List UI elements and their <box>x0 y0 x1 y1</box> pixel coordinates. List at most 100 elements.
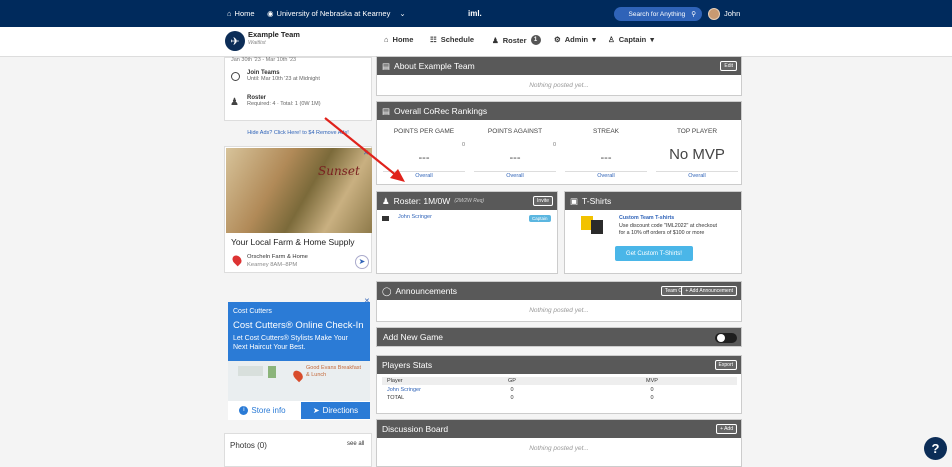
about-header: ▤ About Example Team Edit <box>377 57 741 75</box>
ranking-overall-link[interactable]: Overall <box>656 171 738 179</box>
table-header-cell: Player <box>387 378 403 384</box>
users-icon: ♟ <box>230 97 239 108</box>
avatar[interactable] <box>708 8 720 20</box>
ad-cost-cutters[interactable]: Cost Cutters Cost Cutters® Online Check-… <box>228 298 370 420</box>
user-menu[interactable]: John <box>724 0 740 27</box>
export-button[interactable]: Export <box>714 360 737 370</box>
gift-icon: ▣ <box>570 195 579 206</box>
top-navbar: ⌂ Home ◉ University of Nebraska at Kearn… <box>0 0 952 27</box>
ad-headline: Your Local Farm & Home Supply <box>231 237 355 247</box>
caret-down-icon: ▾ <box>592 35 596 44</box>
caret-down-icon: ▾ <box>650 35 655 44</box>
users-icon: ♟ <box>492 35 499 45</box>
roster-panel: ♟ Roster: 1M/0W (2M/2W Req) Invite John … <box>376 191 558 274</box>
clock-icon <box>231 72 240 81</box>
store-info-button[interactable]: i Store info <box>228 402 297 419</box>
ranking-overall-link[interactable]: Overall <box>565 171 647 179</box>
annotation-arrow <box>324 117 405 182</box>
captain-badge: Captain <box>529 215 551 222</box>
help-button[interactable]: ? <box>924 437 947 460</box>
ranking-value: --- <box>509 152 521 164</box>
table-cell: 0 <box>650 395 654 401</box>
add-announcement-button[interactable]: + Add Announcement <box>681 286 737 296</box>
speech-bubble-icon: ◯ <box>382 285 392 296</box>
discussion-header: Discussion Board + Add <box>377 420 741 438</box>
ad-banner: Cost Cutters Cost Cutters® Online Check-… <box>228 302 370 361</box>
directions-button[interactable]: ➤ Directions <box>301 402 370 419</box>
table-cell: TOTAL <box>387 395 405 401</box>
rankings-header: ▤ Overall CoRec Rankings <box>377 102 741 120</box>
add-game-toggle[interactable] <box>715 333 737 343</box>
map-park <box>268 366 276 378</box>
team-navbar <box>0 27 952 57</box>
get-tshirts-button[interactable]: Get Custom T-Shirts! <box>615 246 693 261</box>
nav-captain[interactable]: ♙ Captain ▾ <box>608 35 654 44</box>
directions-icon: ➤ <box>312 406 320 415</box>
season-dates: Jan 30th '23 - Mar 10th '23 <box>231 57 297 63</box>
gear-icon: ⚙ <box>554 35 561 44</box>
ranking-value: --- <box>600 152 612 164</box>
ranking-rank: 0 <box>552 142 556 148</box>
table-cell: 0 <box>510 395 514 401</box>
ad-headline: Cost Cutters® Online Check-In <box>233 320 364 331</box>
top-home-link[interactable]: ⌂ Home <box>227 0 255 27</box>
nav-home[interactable]: ⌂ Home <box>384 35 413 44</box>
envelope-icon[interactable] <box>382 216 389 221</box>
map-block <box>238 366 263 376</box>
tshirts-panel: ▣ T-Shirts Custom Team T-shirts Use disc… <box>564 191 742 274</box>
ad-map: Good Evans Breakfast & Lunch <box>228 361 370 401</box>
nav-admin[interactable]: ⚙ Admin ▾ <box>554 35 596 44</box>
ad-close-icon[interactable]: ✕ <box>364 297 370 305</box>
roster-player-link[interactable]: John Scringer <box>398 214 432 220</box>
about-panel: ▤ About Example Team Edit Nothing posted… <box>376 56 742 96</box>
ad-store-info: Orscheln Farm & Home Kearney 8AM–8PM <box>247 254 308 268</box>
search-icon: ⚲ <box>691 11 696 18</box>
tshirt-image-dark <box>591 220 603 234</box>
directions-icon[interactable]: ➤ <box>355 255 369 269</box>
home-icon: ⌂ <box>384 35 389 44</box>
team-status: Waitlist <box>248 40 266 46</box>
discussion-empty: Nothing posted yet... <box>529 445 589 452</box>
add-game-title: Add New Game <box>383 332 443 342</box>
nav-schedule[interactable]: ☷ Schedule <box>430 35 474 44</box>
table-header-cell: MVP <box>646 378 658 384</box>
brand-logo[interactable]: imleagues iml. <box>468 0 482 27</box>
chevron-down-icon: ⌄ <box>399 9 406 18</box>
ranking-label: POINTS AGAINST <box>487 128 543 135</box>
ad-brand: Cost Cutters <box>233 308 272 315</box>
player-name-link[interactable]: John Scringer <box>387 387 477 393</box>
add-game-panel: Add New Game <box>376 327 742 347</box>
home-icon: ⌂ <box>227 9 232 18</box>
ad-actions: i Store info ➤ Directions <box>228 401 370 420</box>
tshirts-header: ▣ T-Shirts <box>565 192 741 210</box>
table-cell: 0 <box>510 387 514 393</box>
roster-count-badge: 1 <box>530 35 541 45</box>
team-name[interactable]: Example Team <box>248 30 300 39</box>
brand-glyph: iml. <box>468 9 482 18</box>
person-icon: ♙ <box>608 35 615 44</box>
search-button[interactable]: Search for Anything ⚲ <box>614 7 702 21</box>
team-logo: ✈ <box>225 31 245 51</box>
university-selector[interactable]: ◉ University of Nebraska at Kearney ⌄ <box>267 0 406 27</box>
announcements-panel: ◯ Announcements Team Chat + Add Announce… <box>376 281 742 322</box>
roster-summary-item: Roster Required: 4 · Total: 1 (0W 1M) <box>247 95 321 107</box>
add-discussion-button[interactable]: + Add <box>716 424 737 434</box>
invite-button[interactable]: Invite <box>533 196 553 206</box>
ranking-label: TOP PLAYER <box>676 128 718 135</box>
ad-body: Let Cost Cutters® Stylists Make Your Nex… <box>233 335 348 351</box>
players-stats-header: Players Stats Export <box>377 356 741 374</box>
see-all-link[interactable]: see all <box>347 441 364 447</box>
table-header-cell: GP <box>508 378 516 384</box>
map-place-label: Good Evans Breakfast & Lunch <box>306 365 362 378</box>
document-icon: ▤ <box>382 60 391 71</box>
map-pin-icon <box>230 253 244 267</box>
map-pin-icon <box>291 368 305 383</box>
ranking-overall-link[interactable]: Overall <box>474 171 556 179</box>
nav-roster[interactable]: ♟ Roster 1 <box>492 35 541 45</box>
discussion-panel: Discussion Board + Add Nothing posted ye… <box>376 419 742 467</box>
calendar-icon: ☷ <box>430 35 437 44</box>
info-icon: i <box>239 406 249 415</box>
edit-button[interactable]: Edit <box>720 61 737 71</box>
announcements-header: ◯ Announcements Team Chat + Add Announce… <box>377 282 741 300</box>
join-teams-item: Join Teams Until: Mar 10th '23 at Midnig… <box>247 70 320 82</box>
